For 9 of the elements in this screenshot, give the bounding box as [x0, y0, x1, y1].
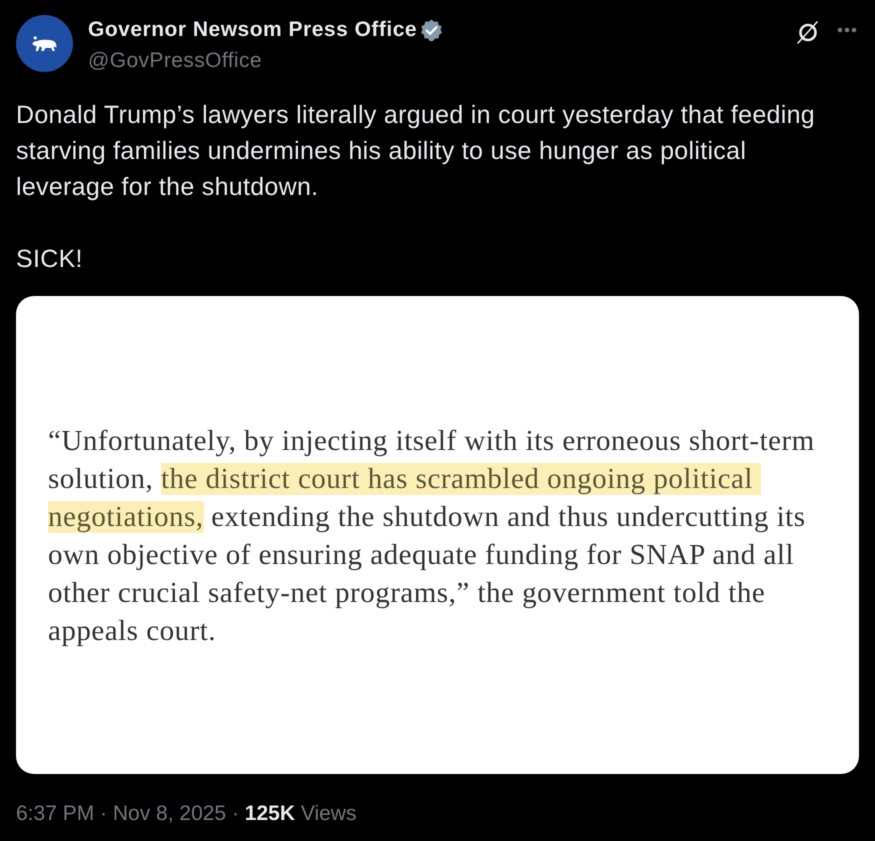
quote-image[interactable] — [16, 296, 859, 774]
quote-text: “Unfortunately, by injecting itself with its erroneous short-term solution, the district court has scrambled ongoing political negotiations, extending the shutdown and thus undercutting its own objective of ensuring adequate funding for SNAP and all other crucial safety-net programs,” the government told the appeals court. — [48, 424, 815, 649]
post-text: SICK! — [16, 244, 84, 275]
author-handle[interactable]: @GovPressOffice — [88, 47, 262, 75]
more-options-icon[interactable] — [837, 27, 857, 33]
slashed-circle-icon[interactable] — [796, 20, 820, 44]
author-name[interactable]: Governor Newsom Press Office — [88, 16, 418, 44]
post-text: Donald Trump’s lawyers literally argued in court yesterday that feeding starving families undermines his ability to use hunger as political leverage for the shutdown. — [16, 100, 816, 203]
post-timestamp-views: 6:37 PM · Nov 8, 2025 · 125K Views — [16, 802, 356, 825]
